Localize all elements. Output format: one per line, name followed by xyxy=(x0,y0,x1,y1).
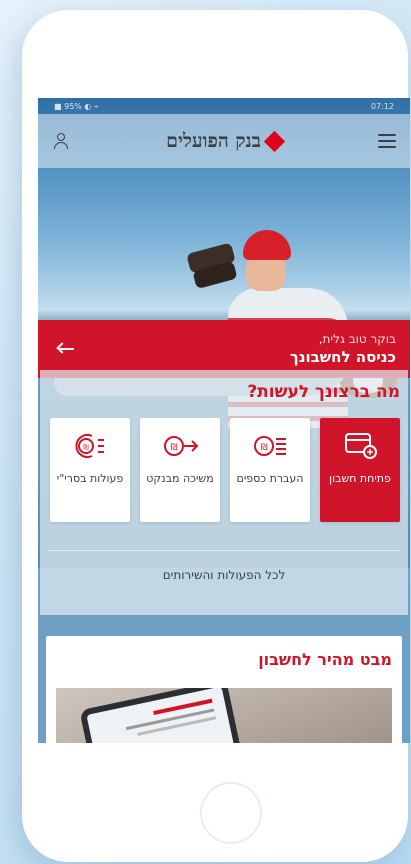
tile-atm-withdrawal[interactable]: ₪ משיכה מבנקט xyxy=(140,418,220,522)
actions-question: מה ברצונך לעשות? xyxy=(247,382,400,402)
action-tiles: פתיחת חשבון ₪ העברת כספים ₪ משיכה מבנקט … xyxy=(50,418,400,522)
tile-money-transfer[interactable]: ₪ העברת כספים xyxy=(230,418,310,522)
tile-label: פעולות בסרי"י xyxy=(56,472,124,485)
quick-view-title: מבט מהיר לחשבון xyxy=(258,650,392,669)
open-account-icon xyxy=(345,433,377,459)
hamburger-icon[interactable] xyxy=(378,134,396,148)
tile-label: משיכה מבנקט xyxy=(146,472,214,485)
transactions-icon: ₪ xyxy=(75,434,104,458)
app-screen: ■ 95% ◐ ⌁ 07:12 בנק הפועלים בוקר טוב גלי… xyxy=(38,98,410,743)
phone-preview-image xyxy=(79,688,243,743)
greeting-text: בוקר טוב גלית, xyxy=(318,332,396,346)
all-services-link[interactable]: לכל הפעולות והשירותים xyxy=(40,568,408,582)
actions-panel: מה ברצונך לעשות? פתיחת חשבון ₪ העברת כספ… xyxy=(40,370,408,615)
logo-diamond-icon xyxy=(263,130,285,152)
user-icon[interactable] xyxy=(52,132,70,150)
quick-view-image xyxy=(56,688,392,743)
status-time: 07:12 xyxy=(370,101,394,111)
tile-label: העברת כספים xyxy=(236,472,304,485)
arrow-left-icon[interactable] xyxy=(56,342,76,356)
status-left: ■ 95% ◐ ⌁ xyxy=(54,101,99,111)
svg-text:₪: ₪ xyxy=(83,444,89,452)
tile-transactions[interactable]: ₪ פעולות בסרי"י xyxy=(50,418,130,522)
svg-text:₪: ₪ xyxy=(170,443,177,453)
bank-logo: בנק הפועלים xyxy=(166,129,285,153)
login-label: כניסה לחשבונך xyxy=(290,348,396,366)
status-bar: ■ 95% ◐ ⌁ 07:12 xyxy=(38,98,410,114)
tile-open-account[interactable]: פתיחת חשבון xyxy=(320,418,400,522)
money-transfer-icon: ₪ xyxy=(254,436,286,456)
quick-view-card[interactable]: מבט מהיר לחשבון xyxy=(46,636,402,743)
top-bar: בנק הפועלים xyxy=(38,114,410,168)
atm-withdrawal-icon: ₪ xyxy=(164,436,199,456)
bank-name: בנק הפועלים xyxy=(166,129,261,152)
home-button[interactable] xyxy=(200,782,262,844)
svg-text:₪: ₪ xyxy=(260,443,267,453)
divider xyxy=(48,550,400,551)
tile-label: פתיחת חשבון xyxy=(329,472,391,485)
